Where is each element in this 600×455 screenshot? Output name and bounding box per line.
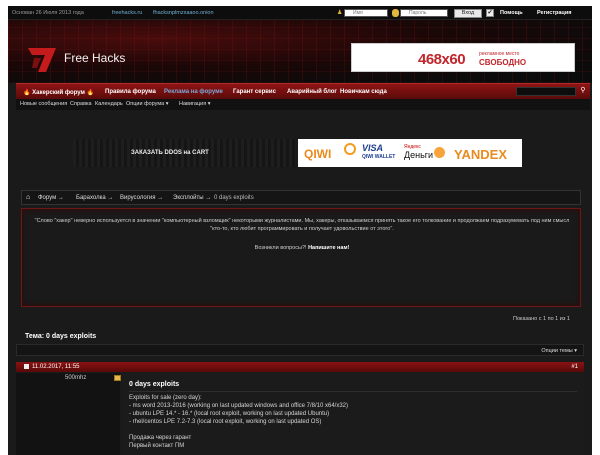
post-line: Exploits for sale (zero day):: [129, 395, 202, 401]
ddos-banner-text: ЗАКАЗАТЬ DDOS на CART: [131, 150, 209, 156]
visa-logo: VISA: [362, 143, 384, 153]
notice-contact: Возникли вопросы?! Напишите нам!: [32, 244, 572, 252]
write-us-link[interactable]: Напишите нам!: [308, 245, 349, 251]
search-icon[interactable]: ⚲: [578, 87, 588, 96]
nav-newbies[interactable]: Новичкам сюда: [340, 89, 387, 95]
ad-line2: СВОБОДНО: [479, 58, 527, 67]
yandex-money-label: Деньги: [404, 150, 434, 160]
post-number-link[interactable]: #1: [571, 364, 578, 370]
yandex-logo: YANDEX: [454, 147, 507, 162]
post-title: 0 days exploits: [129, 381, 180, 388]
thread-options-button[interactable]: Опции темы ▾: [541, 348, 577, 354]
domain-link[interactable]: freehacks.ru: [112, 10, 142, 16]
post-date: 11.02.2017, 11:55: [32, 364, 80, 370]
post-line: - ubuntu LPE 14.* - 16.* (local root exp…: [129, 411, 330, 417]
subnav-forum-options[interactable]: Опции форума ▾: [126, 101, 168, 107]
subnav-calendar[interactable]: Календарь: [95, 101, 123, 107]
thread-title: Тема: 0 days exploits: [25, 333, 97, 340]
thread-tools-bar: Опции темы ▾: [16, 344, 584, 356]
nav-hacker-forum[interactable]: 🔥 Хакерский форум 🔥: [23, 89, 94, 96]
qiwi-badge-icon: [344, 143, 356, 155]
breadcrumb-flea-market[interactable]: Барахолка →: [76, 195, 113, 201]
sub-nav: Новые сообщения Справка Календарь Опции …: [16, 99, 590, 110]
breadcrumb-virology[interactable]: Вирусология →: [120, 195, 163, 201]
site-header: Free Hacks 468x60 рекламное место СВОБОД…: [8, 20, 592, 83]
login-button[interactable]: Вход: [454, 9, 482, 18]
coin-icon: [434, 147, 445, 158]
password-input[interactable]: Пароль: [400, 9, 448, 17]
pagination-info: Показано с 1 по 1 из 1: [513, 316, 570, 322]
user-status-icon: [114, 375, 121, 381]
post-header: 11.02.2017, 11:55 #1: [16, 362, 584, 372]
ad-line1: рекламное место: [479, 51, 520, 57]
notice-box: "Слово "хакер" неверно используется в зн…: [21, 208, 581, 307]
subnav-help[interactable]: Справка: [70, 101, 92, 107]
key-icon: [392, 9, 399, 17]
nav-emergency-blog[interactable]: Аварийный блог: [287, 89, 337, 95]
onion-link[interactable]: fhacksnplmzxaaoo.onion: [153, 10, 214, 16]
remember-checkbox[interactable]: ✔: [486, 9, 494, 17]
nav-advertising[interactable]: Реклама на форуме: [164, 89, 223, 95]
qiwi-logo: QIWI: [304, 147, 332, 161]
post-line: Первый контакт ПМ: [129, 443, 185, 449]
user-icon: ♟: [337, 10, 343, 16]
subnav-navigation[interactable]: Навигация ▾: [179, 101, 210, 107]
page-frame: Основан 26 Июля 2013 года freehacks.ru f…: [8, 6, 592, 455]
site-logo-icon[interactable]: [28, 46, 58, 72]
breadcrumb-current: 0 days exploits: [214, 195, 254, 201]
home-icon[interactable]: ⌂: [26, 194, 34, 202]
founded-date: Основан 26 Июля 2013 года: [12, 10, 84, 16]
notice-quote: "Слово "хакер" неверно используется в зн…: [34, 218, 570, 232]
post-icon: [24, 364, 29, 369]
nav-search-input[interactable]: [516, 87, 576, 96]
post-line: - rhel/centos LPE 7.2-7.3 (local root ex…: [129, 419, 322, 425]
register-link[interactable]: Регистрация: [537, 10, 571, 16]
notice-question: Возникли вопросы?!: [254, 245, 307, 251]
main-nav: 🔥 Хакерский форум 🔥 Правила форума Рекла…: [16, 83, 590, 99]
post-line: - ms word 2013-2016 (working on last upd…: [129, 403, 349, 409]
post-body: 0 days exploits Exploits for sale (zero …: [122, 373, 584, 455]
ddos-banner[interactable]: ЗАКАЗАТЬ DDOS на CART: [73, 139, 295, 167]
breadcrumb-forum[interactable]: Форум →: [38, 195, 64, 201]
post-author-block: 500mhz: [16, 373, 120, 455]
breadcrumb-exploits[interactable]: Эксплойты →: [173, 195, 211, 201]
username-input[interactable]: Имя: [344, 9, 388, 17]
nav-guarantee-service[interactable]: Гарант сервис: [233, 89, 276, 95]
ad-size: 468x60: [418, 51, 466, 68]
ad-banner-468x60[interactable]: 468x60 рекламное место СВОБОДНО: [351, 43, 575, 72]
subnav-new-posts[interactable]: Новые сообщения: [20, 101, 67, 107]
site-name[interactable]: Free Hacks: [64, 51, 125, 65]
visa-subtitle: QIWI WALLET: [362, 154, 396, 160]
post-divider: [129, 391, 577, 392]
post-line: Продажа через гарант: [129, 435, 192, 441]
breadcrumb: ⌂ Форум → Барахолка → Вирусология → Эксп…: [21, 190, 581, 205]
help-link[interactable]: Помощь: [500, 10, 523, 16]
payments-banner[interactable]: QIWI VISA QIWI WALLET Яндекс Деньги YAND…: [298, 139, 522, 167]
post-username[interactable]: 500mhz: [65, 375, 86, 381]
nav-forum-rules[interactable]: Правила форума: [105, 89, 156, 95]
top-strip: Основан 26 Июля 2013 года freehacks.ru f…: [8, 6, 592, 20]
